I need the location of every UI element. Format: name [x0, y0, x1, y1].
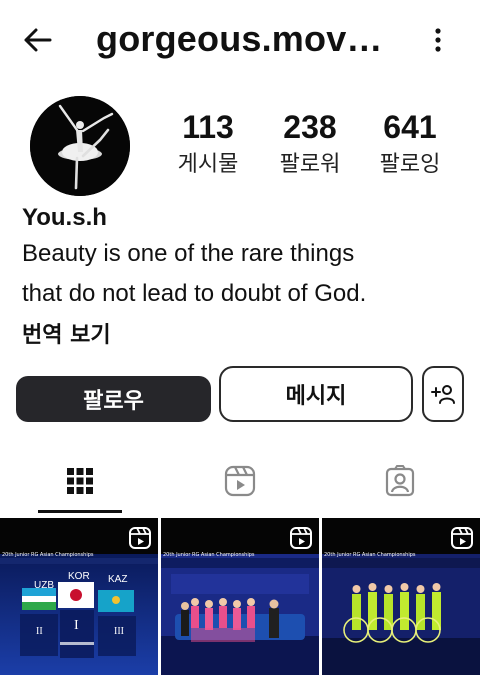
stat-followers-count: 238: [283, 109, 337, 145]
top-bar: gorgeous.mov…: [0, 0, 480, 80]
more-vertical-icon[interactable]: [426, 24, 450, 56]
stat-following-count: 641: [383, 109, 437, 145]
post-caption: 20th Junior RG Asian Championships: [324, 552, 416, 558]
reels-icon: [224, 465, 256, 497]
stat-posts-count: 113: [182, 109, 234, 145]
posts-grid: 20th Junior RG Asian Championships UZB K…: [0, 518, 480, 675]
podium-country-2: UZB: [34, 580, 54, 591]
podium-place-2: II: [36, 626, 43, 637]
stat-posts[interactable]: 113 게시물: [168, 108, 248, 180]
podium-place-3: III: [114, 626, 124, 637]
ballerina-avatar: [30, 96, 130, 196]
stat-followers-label: 팔로워: [279, 152, 341, 177]
tagged-icon: [385, 465, 415, 497]
see-translation-link[interactable]: 번역 보기: [22, 317, 111, 349]
post-tile[interactable]: 20th Junior RG Asian Championships UZB K…: [0, 518, 158, 675]
podium-country-3: KAZ: [108, 574, 128, 585]
reel-badge-icon: [451, 527, 473, 549]
follow-button[interactable]: 팔로우: [16, 376, 211, 422]
suggested-accounts-button[interactable]: [422, 366, 464, 422]
tab-posts[interactable]: [0, 446, 160, 516]
post-tile[interactable]: 20th Junior RG Asian Championships: [322, 518, 480, 675]
profile-display-name: You.s.h: [22, 204, 107, 231]
stat-posts-label: 게시물: [177, 152, 239, 177]
tab-tagged[interactable]: [320, 446, 480, 516]
add-person-icon: [431, 385, 455, 404]
profile-avatar[interactable]: [30, 96, 130, 196]
profile-bio-line-1: Beauty is one of the rare things: [22, 240, 355, 267]
profile-bio-line-2: that do not lead to doubt of God.: [22, 280, 367, 307]
post-tile[interactable]: 20th Junior RG Asian Championships: [161, 518, 319, 675]
reel-badge-icon: [290, 527, 312, 549]
stat-following[interactable]: 641 팔로잉: [370, 108, 450, 180]
profile-tabs: [0, 446, 480, 516]
podium-place-1: I: [74, 618, 79, 633]
active-tab-indicator: [38, 510, 122, 513]
stat-following-label: 팔로잉: [379, 152, 441, 177]
tab-reels[interactable]: [160, 446, 320, 516]
podium-country-1: KOR: [68, 571, 90, 582]
post-caption: 20th Junior RG Asian Championships: [163, 552, 255, 558]
profile-username: gorgeous.mov…: [96, 18, 383, 59]
stat-followers[interactable]: 238 팔로워: [270, 108, 350, 180]
message-button[interactable]: 메시지: [219, 366, 413, 422]
grid-icon: [67, 468, 93, 494]
post-caption: 20th Junior RG Asian Championships: [2, 552, 94, 558]
arrow-left-icon[interactable]: [20, 22, 56, 58]
reel-badge-icon: [129, 527, 151, 549]
